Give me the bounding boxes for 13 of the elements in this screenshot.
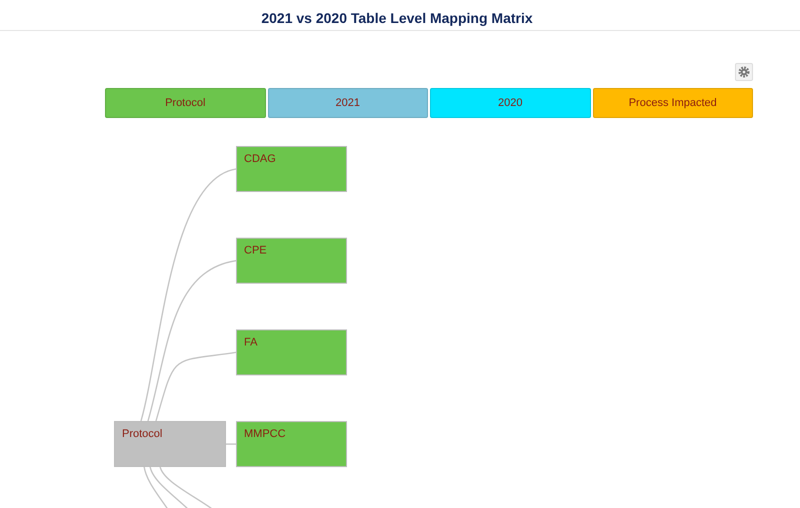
tree-node[interactable]: CDAG	[236, 146, 347, 192]
column-header[interactable]: 2021	[268, 88, 428, 118]
tree-node[interactable]: Protocol	[114, 421, 226, 467]
tree-node[interactable]: MMPCC	[236, 421, 347, 468]
settings-icon	[738, 66, 750, 78]
tree-node[interactable]: FA	[236, 329, 347, 376]
column-header[interactable]: 2020	[430, 88, 590, 118]
column-header[interactable]: Protocol	[105, 88, 266, 118]
page-title: 2021 vs 2020 Table Level Mapping Matrix	[261, 9, 533, 26]
connector-line	[225, 443, 236, 445]
settings-button[interactable]	[735, 63, 753, 81]
tree-node[interactable]: CPE	[236, 238, 347, 284]
column-header[interactable]: Process Impacted	[592, 88, 753, 118]
